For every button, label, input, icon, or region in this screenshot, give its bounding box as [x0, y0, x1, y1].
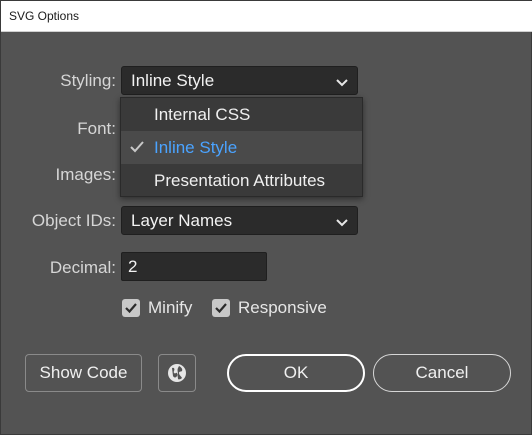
- responsive-checkbox[interactable]: [212, 299, 230, 317]
- decimal-field-value: 2: [128, 257, 138, 276]
- checkmark-icon: [215, 303, 227, 314]
- object-ids-dropdown-value: Layer Names: [131, 211, 233, 230]
- menu-item-inline-style[interactable]: Inline Style: [121, 131, 362, 164]
- checkmark-icon: [125, 303, 137, 314]
- images-label: Images:: [55, 165, 116, 184]
- menu-item-internal-css[interactable]: Internal CSS: [121, 98, 362, 131]
- styling-label: Styling:: [60, 71, 116, 90]
- menu-item-label: Inline Style: [154, 138, 238, 157]
- font-label: Font:: [77, 119, 116, 138]
- chevron-down-icon: [335, 74, 349, 88]
- minify-checkbox[interactable]: [122, 299, 140, 317]
- object-ids-dropdown[interactable]: Layer Names: [121, 206, 358, 235]
- styling-dropdown-value: Inline Style: [131, 71, 215, 90]
- decimal-label: Decimal:: [49, 258, 116, 277]
- checkmark-icon: [130, 141, 144, 153]
- window-title: SVG Options: [9, 9, 80, 23]
- ok-button[interactable]: OK: [227, 354, 365, 392]
- decimal-field[interactable]: 2: [121, 252, 267, 281]
- menu-item-label: Internal CSS: [154, 105, 251, 124]
- title-bar[interactable]: SVG Options: [1, 1, 532, 32]
- styling-dropdown-menu: Internal CSS Inline Style Presentation A…: [120, 97, 363, 197]
- cancel-button[interactable]: Cancel: [373, 354, 511, 392]
- object-ids-label: Object IDs:: [31, 211, 116, 230]
- menu-item-presentation-attributes[interactable]: Presentation Attributes: [121, 164, 362, 197]
- menu-item-label: Presentation Attributes: [154, 171, 326, 190]
- show-code-button[interactable]: Show Code: [25, 354, 142, 392]
- responsive-label: Responsive: [238, 298, 327, 317]
- globe-button[interactable]: [158, 354, 196, 392]
- minify-label: Minify: [148, 298, 193, 317]
- styling-dropdown[interactable]: Inline Style: [121, 66, 358, 95]
- svg-options-dialog: SVG Options Styling: Inline Style Font: …: [0, 0, 532, 435]
- chevron-down-icon: [335, 214, 349, 228]
- globe-icon: [168, 364, 186, 382]
